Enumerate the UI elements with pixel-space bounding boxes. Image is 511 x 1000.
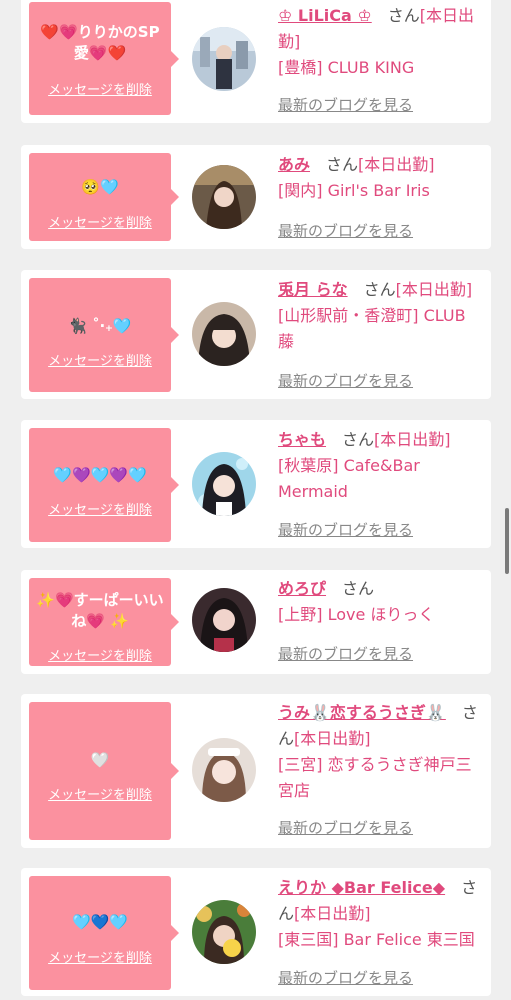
status-badge: [本日出勤] (294, 904, 371, 923)
list-item: 🥺🩵 メッセージを削除 あみ さん[本日出勤] [関内] Girl's Bar … (21, 145, 491, 249)
scrollbar[interactable] (505, 508, 509, 574)
list-item: 🩵💙🩵 メッセージを削除 えりか ◆Bar Felice◆ さん[本日出勤] [… (21, 868, 491, 996)
avatar[interactable] (192, 452, 256, 516)
cast-info: ちゃも さん[本日出勤] [秋葉原] Cafe&Bar Mermaid (278, 427, 483, 505)
latest-blog-link[interactable]: 最新のブログを見る (278, 220, 413, 241)
avatar[interactable] (192, 27, 256, 91)
shop-name: [上野] Love ほりっく (278, 605, 435, 624)
message-bubble: 🤍 メッセージを削除 (29, 702, 179, 840)
message-bubble: 🐈‍⬛ ˚‧₊🩵 メッセージを削除 (29, 278, 179, 392)
cast-name-link[interactable]: あみ (278, 155, 310, 174)
cast-name-link[interactable]: 兎月 らな (278, 280, 348, 299)
shop-name: [秋葉原] Cafe&Bar Mermaid (278, 456, 420, 501)
cast-info: 兎月 らな さん[本日出勤] [山形駅前・香澄町] CLUB 藤 (278, 277, 483, 355)
list-item: 🤍 メッセージを削除 うみ🐰恋するうさぎ🐰 さん[本日出勤] [三宮] 恋するう… (21, 694, 491, 848)
san-label: さん (342, 430, 375, 449)
san-label: さん (342, 579, 375, 598)
latest-blog-link[interactable]: 最新のブログを見る (278, 370, 413, 391)
message-bubble: 🩵💙🩵 メッセージを削除 (29, 876, 179, 990)
list-item: 🩵💜🩵💜🩵 メッセージを削除 ちゃも さん[本日出勤] [秋葉原] Cafe&B… (21, 420, 491, 548)
avatar[interactable] (192, 738, 256, 802)
cast-name-link[interactable]: うみ🐰恋するうさぎ🐰 (278, 703, 446, 722)
message-text: 🩵💙🩵 (71, 913, 129, 931)
cast-info: えりか ◆Bar Felice◆ さん[本日出勤] [東三国] Bar Feli… (278, 875, 483, 953)
delete-message-link[interactable]: メッセージを削除 (29, 499, 171, 518)
status-badge: [本日出勤] (395, 280, 473, 299)
cast-name-link[interactable]: ♔ LiLiCa ♔ (278, 6, 372, 25)
san-label: さん (387, 6, 420, 25)
message-bubble: 🥺🩵 メッセージを削除 (29, 153, 179, 241)
list-item: ✨💗すーぱーいいね💗 ✨ メッセージを削除 めろぴ さん [上野] Love ほ… (21, 570, 491, 674)
cast-name-link[interactable]: めろぴ (278, 579, 326, 598)
message-text: 🤍 (90, 751, 110, 769)
list-item: ❤️💗りりかのSP愛💗❤️ メッセージを削除 ♔ LiLiCa ♔ さん[本日出… (21, 0, 491, 123)
cast-info: めろぴ さん [上野] Love ほりっく (278, 576, 483, 628)
delete-message-link[interactable]: メッセージを削除 (29, 947, 171, 966)
avatar[interactable] (192, 588, 256, 652)
shop-name: [豊橋] CLUB KING (278, 58, 415, 77)
cast-info: うみ🐰恋するうさぎ🐰 さん[本日出勤] [三宮] 恋するうさぎ神戸三宮店 (278, 700, 483, 804)
status-badge: [本日出勤] (374, 430, 451, 449)
cast-name-link[interactable]: ちゃも (278, 430, 326, 449)
delete-message-link[interactable]: メッセージを削除 (29, 784, 171, 803)
shop-name: [東三国] Bar Felice 東三国 (278, 930, 475, 949)
shop-name: [関内] Girl's Bar Iris (278, 181, 430, 200)
status-badge: [本日出勤] (358, 155, 435, 174)
message-bubble: ❤️💗りりかのSP愛💗❤️ メッセージを削除 (29, 2, 179, 115)
cast-info: ♔ LiLiCa ♔ さん[本日出勤] [豊橋] CLUB KING (278, 3, 483, 81)
status-badge: [本日出勤] (294, 729, 371, 748)
latest-blog-link[interactable]: 最新のブログを見る (278, 817, 413, 838)
list-item: 🐈‍⬛ ˚‧₊🩵 メッセージを削除 兎月 らな さん[本日出勤] [山形駅前・香… (21, 270, 491, 399)
shop-name: [三宮] 恋するうさぎ神戸三宮店 (278, 755, 472, 800)
message-bubble: 🩵💜🩵💜🩵 メッセージを削除 (29, 428, 179, 542)
message-text: 🐈‍⬛ ˚‧₊🩵 (68, 317, 132, 335)
message-text: 🥺🩵 (81, 178, 119, 196)
message-text: ❤️💗りりかのSP愛💗❤️ (40, 23, 160, 62)
san-label: さん (363, 280, 396, 299)
avatar[interactable] (192, 302, 256, 366)
delete-message-link[interactable]: メッセージを削除 (29, 79, 171, 98)
message-bubble: ✨💗すーぱーいいね💗 ✨ メッセージを削除 (29, 578, 179, 666)
cast-info: あみ さん[本日出勤] [関内] Girl's Bar Iris (278, 152, 483, 204)
delete-message-link[interactable]: メッセージを削除 (29, 212, 171, 231)
latest-blog-link[interactable]: 最新のブログを見る (278, 94, 413, 115)
avatar[interactable] (192, 165, 256, 229)
latest-blog-link[interactable]: 最新のブログを見る (278, 643, 413, 664)
shop-name: [山形駅前・香澄町] CLUB 藤 (278, 306, 466, 351)
san-label: さん (326, 155, 359, 174)
delete-message-link[interactable]: メッセージを削除 (29, 350, 171, 369)
delete-message-link[interactable]: メッセージを削除 (29, 645, 171, 664)
avatar[interactable] (192, 900, 256, 964)
latest-blog-link[interactable]: 最新のブログを見る (278, 967, 413, 988)
latest-blog-link[interactable]: 最新のブログを見る (278, 519, 413, 540)
message-text: 🩵💜🩵💜🩵 (53, 466, 147, 484)
message-text: ✨💗すーぱーいいね💗 ✨ (36, 591, 164, 630)
cast-name-link[interactable]: えりか ◆Bar Felice◆ (278, 878, 445, 897)
